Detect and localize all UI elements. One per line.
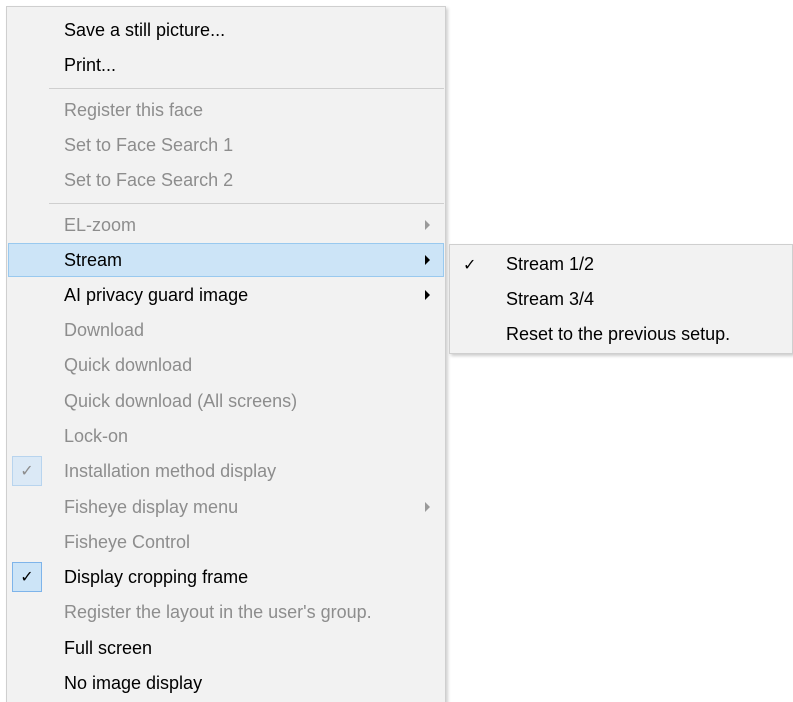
menu-item-stream[interactable]: Stream xyxy=(8,243,444,277)
menu-item-label: Lock-on xyxy=(64,426,129,446)
menu-item-fisheye-control[interactable]: Fisheye Control xyxy=(8,525,444,559)
submenu-item-label: Reset to the previous setup. xyxy=(506,324,731,344)
menu-item-label: Set to Face Search 2 xyxy=(64,170,234,190)
screen: Save a still picture... Print... Registe… xyxy=(0,0,793,702)
menu-item-register-face[interactable]: Register this face xyxy=(8,93,444,127)
menu-item-label: Quick download (All screens) xyxy=(64,391,298,411)
menu-item-label: EL-zoom xyxy=(64,215,137,235)
submenu-arrow-icon xyxy=(425,255,430,265)
menu-item-quick-download-all[interactable]: Quick download (All screens) xyxy=(8,384,444,418)
submenu-arrow-icon xyxy=(425,502,430,512)
menu-item-label: Quick download xyxy=(64,355,193,375)
submenu-item-reset-setup[interactable]: Reset to the previous setup. xyxy=(451,317,791,352)
submenu-item-stream-3-4[interactable]: Stream 3/4 xyxy=(451,282,791,317)
checkmark-icon: ✓ xyxy=(12,562,42,592)
menu-item-print[interactable]: Print... xyxy=(8,48,444,82)
context-menu: Save a still picture... Print... Registe… xyxy=(6,6,446,702)
menu-item-quick-download[interactable]: Quick download xyxy=(8,348,444,382)
menu-item-label: Full screen xyxy=(64,638,153,658)
menu-item-label: Installation method display xyxy=(64,461,277,481)
menu-item-display-cropping-frame[interactable]: ✓ Display cropping frame xyxy=(8,560,444,594)
menu-item-no-image-display[interactable]: No image display xyxy=(8,666,444,700)
menu-item-label: Set to Face Search 1 xyxy=(64,135,234,155)
menu-item-label: Display cropping frame xyxy=(64,567,249,587)
menu-item-label: Fisheye display menu xyxy=(64,497,239,517)
menu-item-face-search-1[interactable]: Set to Face Search 1 xyxy=(8,128,444,162)
menu-separator xyxy=(49,203,444,204)
menu-item-ai-privacy-guard[interactable]: AI privacy guard image xyxy=(8,278,444,312)
menu-item-register-layout[interactable]: Register the layout in the user's group. xyxy=(8,595,444,629)
menu-item-label: No image display xyxy=(64,673,203,693)
submenu-item-label: Stream 3/4 xyxy=(506,289,595,309)
menu-item-label: AI privacy guard image xyxy=(64,285,249,305)
submenu-arrow-icon xyxy=(425,290,430,300)
menu-item-fisheye-display-menu[interactable]: Fisheye display menu xyxy=(8,490,444,524)
menu-item-label: Register the layout in the user's group. xyxy=(64,602,372,622)
checkmark-icon: ✓ xyxy=(463,255,477,274)
menu-item-label: Download xyxy=(64,320,145,340)
submenu-arrow-icon xyxy=(425,220,430,230)
menu-separator xyxy=(49,88,444,89)
menu-item-el-zoom[interactable]: EL-zoom xyxy=(8,208,444,242)
menu-item-full-screen[interactable]: Full screen xyxy=(8,631,444,665)
menu-item-lock-on[interactable]: Lock-on xyxy=(8,419,444,453)
menu-item-save-still-picture[interactable]: Save a still picture... xyxy=(8,13,444,47)
menu-item-label: Print... xyxy=(64,55,117,75)
menu-item-label: Save a still picture... xyxy=(64,20,226,40)
menu-item-label: Fisheye Control xyxy=(64,532,191,552)
menu-item-face-search-2[interactable]: Set to Face Search 2 xyxy=(8,163,444,197)
menu-item-label: Register this face xyxy=(64,100,204,120)
menu-item-download[interactable]: Download xyxy=(8,313,444,347)
submenu-item-stream-1-2[interactable]: ✓ Stream 1/2 xyxy=(451,247,791,282)
stream-submenu: ✓ Stream 1/2 Stream 3/4 Reset to the pre… xyxy=(449,244,793,354)
submenu-item-label: Stream 1/2 xyxy=(506,254,595,274)
checkmark-icon: ✓ xyxy=(12,456,42,486)
menu-item-label: Stream xyxy=(64,250,123,270)
menu-item-installation-method[interactable]: ✓ Installation method display xyxy=(8,454,444,488)
